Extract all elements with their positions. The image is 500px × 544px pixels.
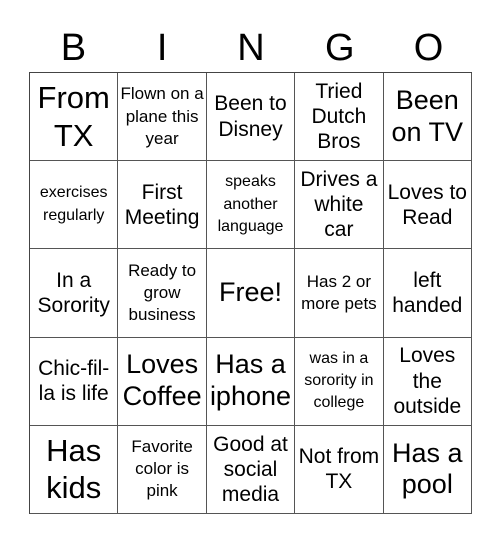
- bingo-cell-text: Loves Coffee: [122, 349, 202, 412]
- bingo-cell-text: Free!: [218, 277, 282, 308]
- bingo-cell-text: Good at social media: [213, 432, 288, 506]
- bingo-cell-text: Chic-fil-la is life: [38, 357, 110, 406]
- bingo-cell[interactable]: left handed: [383, 249, 472, 338]
- bingo-grid: From TX Flown on a plane this year Been to…: [29, 72, 472, 514]
- bingo-cell-text: In a Sorority: [37, 268, 110, 317]
- bingo-cell[interactable]: Loves to Read: [383, 161, 472, 250]
- bingo-cell-text: Ready to grow business: [128, 260, 197, 325]
- bingo-cell[interactable]: Favorite color is pink: [118, 425, 207, 514]
- header-letter-o: O: [413, 27, 444, 69]
- bingo-cell-text: First Meeting: [124, 180, 200, 229]
- bingo-cell[interactable]: Ready to grow business: [118, 249, 207, 338]
- bingo-cell[interactable]: Been on TV: [383, 73, 472, 162]
- bingo-cell-text: Not from TX: [298, 445, 380, 494]
- bingo-cell-text: Drives a white car: [300, 168, 378, 242]
- bingo-cell[interactable]: Flown on a plane this year: [118, 73, 207, 162]
- bingo-cell-text: Loves the outside: [393, 344, 462, 418]
- bingo-cell[interactable]: Has a pool: [383, 425, 472, 514]
- bingo-cell[interactable]: Not from TX: [295, 425, 384, 514]
- bingo-cell[interactable]: Drives a white car: [295, 161, 384, 250]
- bingo-cell[interactable]: exercises regularly: [30, 161, 119, 250]
- bingo-cell-text: left handed: [392, 268, 463, 317]
- bingo-cell[interactable]: Free!: [206, 249, 296, 338]
- bingo-cell[interactable]: Good at social media: [206, 425, 296, 514]
- bingo-cell[interactable]: First Meeting: [118, 161, 207, 250]
- bingo-cell-text: Tried Dutch Bros: [311, 79, 367, 154]
- bingo-cell-text: Favorite color is pink: [131, 437, 193, 501]
- bingo-cell[interactable]: Tried Dutch Bros: [295, 73, 384, 162]
- bingo-cell-text: Loves to Read: [387, 180, 467, 229]
- bingo-cell-text: exercises regularly: [39, 184, 108, 224]
- bingo-cell[interactable]: was in a sorority in college: [295, 337, 384, 426]
- bingo-cell-text: Has 2 or more pets: [301, 271, 377, 313]
- bingo-cell[interactable]: From TX: [30, 73, 119, 162]
- bingo-cell[interactable]: Has kids: [30, 425, 119, 514]
- bingo-header: B I N G O: [29, 26, 473, 70]
- header-letter-i: I: [156, 27, 168, 69]
- bingo-cell-text: From TX: [37, 80, 110, 153]
- bingo-cell[interactable]: Has 2 or more pets: [295, 249, 384, 338]
- bingo-cell-text: Flown on a plane this year: [120, 84, 204, 148]
- header-letter-n: N: [237, 27, 265, 69]
- bingo-cell-text: Been on TV: [391, 84, 464, 147]
- bingo-cell-text: speaks another language: [217, 173, 284, 235]
- bingo-cell-text: Has a iphone: [209, 349, 292, 412]
- bingo-cell[interactable]: Loves Coffee: [118, 337, 207, 426]
- bingo-cell[interactable]: speaks another language: [206, 161, 296, 250]
- bingo-cell[interactable]: Chic-fil-la is life: [30, 337, 119, 426]
- header-letter-g: G: [325, 27, 355, 69]
- header-letter-b: B: [60, 27, 87, 69]
- bingo-cell-text: Has a pool: [392, 437, 463, 500]
- bingo-cell[interactable]: Loves the outside: [383, 337, 472, 426]
- bingo-cell[interactable]: Been to Disney: [206, 73, 296, 162]
- bingo-cell-text: Been to Disney: [214, 92, 287, 141]
- bingo-cell-text: was in a sorority in college: [304, 349, 374, 412]
- bingo-cell-text: Has kids: [46, 433, 102, 506]
- bingo-cell[interactable]: Has a iphone: [206, 337, 296, 426]
- bingo-cell[interactable]: In a Sorority: [30, 249, 119, 338]
